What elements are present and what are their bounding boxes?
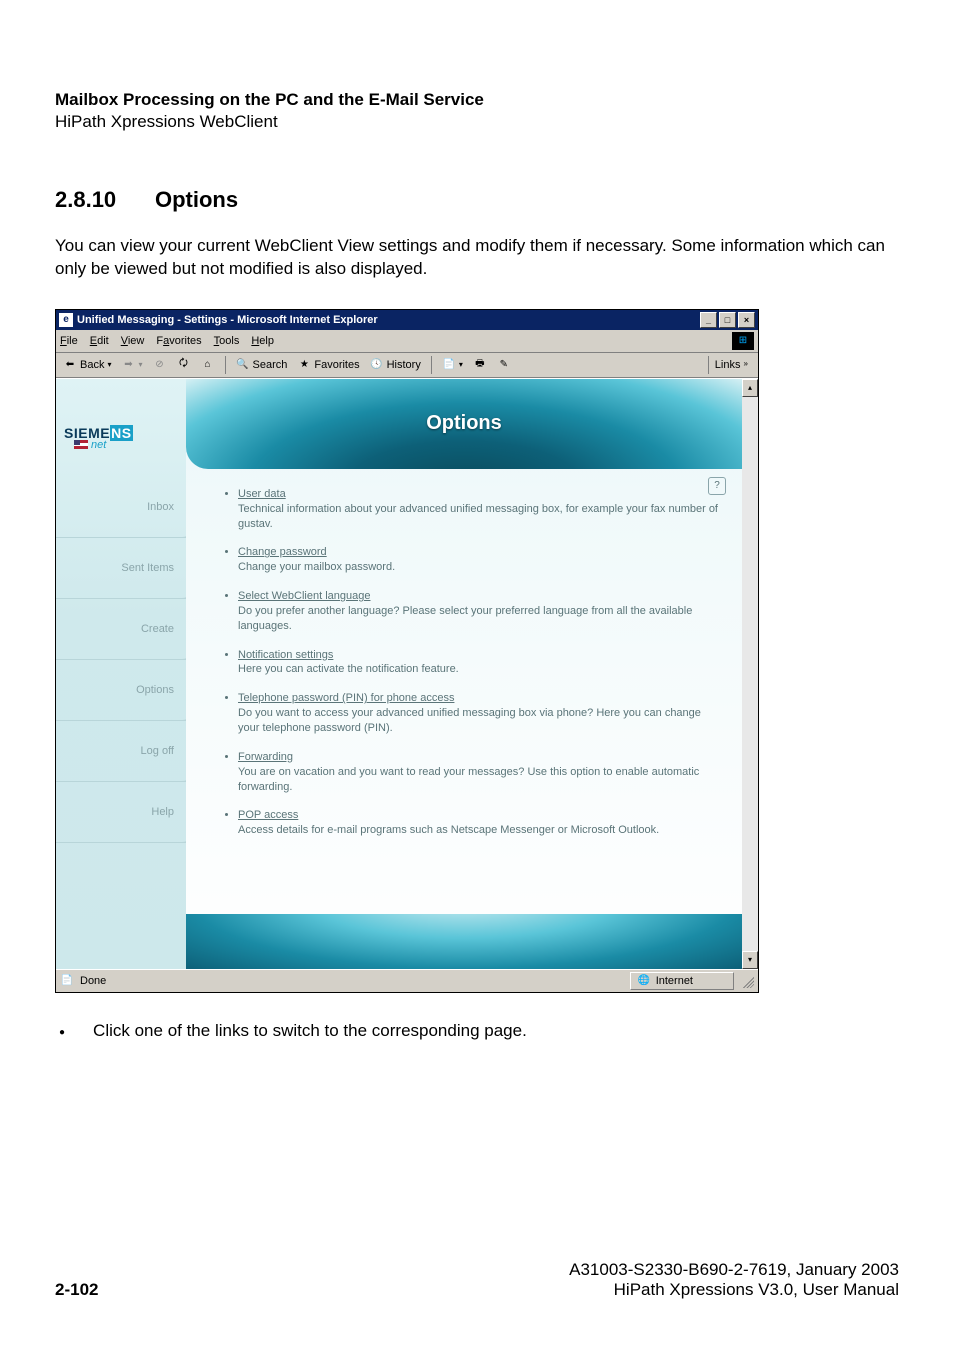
list-item-desc: Do you want to access your advanced unif… bbox=[238, 707, 701, 734]
status-bar: 📄 Done 🌐Internet bbox=[56, 969, 758, 992]
done-icon: 📄 bbox=[60, 974, 74, 988]
toolbar: ⬅Back ▾ ➡ ▾ ⊘ 🗘 ⌂ 🔍Search ★Favorites 🕓Hi… bbox=[56, 353, 758, 378]
edit-button[interactable]: ✎ bbox=[494, 357, 514, 373]
refresh-button[interactable]: 🗘 bbox=[174, 357, 194, 373]
security-zone: 🌐Internet bbox=[630, 972, 734, 990]
options-list: User data Technical information about you… bbox=[222, 487, 722, 838]
status-text: Done bbox=[80, 975, 106, 987]
list-item: User data Technical information about you… bbox=[238, 487, 722, 532]
page-footer: 2-102 A31003-S2330-B690-2-7619, January … bbox=[55, 1260, 899, 1300]
page-number: 2-102 bbox=[55, 1280, 98, 1300]
link-pop-access[interactable]: POP access bbox=[238, 809, 298, 821]
back-arrow-icon: ⬅ bbox=[63, 358, 77, 372]
forward-button[interactable]: ➡ ▾ bbox=[118, 357, 145, 373]
favorites-button[interactable]: ★Favorites bbox=[294, 357, 362, 373]
menu-bar: File Edit View Favorites Tools Help ⊞ bbox=[56, 330, 758, 353]
sidebar-item-options[interactable]: Options bbox=[56, 660, 186, 721]
ie-icon: e bbox=[59, 313, 73, 327]
search-button[interactable]: 🔍Search bbox=[233, 357, 291, 373]
list-item: Forwarding You are on vacation and you wa… bbox=[238, 750, 722, 795]
minimize-button[interactable]: _ bbox=[700, 312, 717, 328]
menu-favorites[interactable]: Favorites bbox=[156, 335, 201, 347]
list-item: Change password Change your mailbox passw… bbox=[238, 545, 722, 575]
sidebar-item-help[interactable]: Help bbox=[56, 782, 186, 843]
manual-title: HiPath Xpressions V3.0, User Manual bbox=[569, 1280, 899, 1300]
screenshot-window: e Unified Messaging - Settings - Microso… bbox=[55, 309, 759, 993]
refresh-icon: 🗘 bbox=[177, 358, 191, 372]
forward-arrow-icon: ➡ bbox=[121, 358, 135, 372]
list-item-desc: Access details for e-mail programs such … bbox=[238, 824, 659, 836]
menu-file[interactable]: File bbox=[60, 335, 78, 347]
vertical-scrollbar[interactable]: ▴ ▾ bbox=[742, 379, 758, 969]
link-user-data[interactable]: User data bbox=[238, 488, 286, 500]
list-item-desc: Change your mailbox password. bbox=[238, 561, 395, 573]
link-change-password[interactable]: Change password bbox=[238, 546, 327, 558]
footer-gradient bbox=[186, 914, 742, 969]
scroll-down-icon[interactable]: ▾ bbox=[742, 951, 758, 969]
home-icon: ⌂ bbox=[201, 358, 215, 372]
sidebar: SIEMENS net Inbox Sent Items Create Opti… bbox=[56, 379, 186, 969]
windows-logo-icon: ⊞ bbox=[732, 332, 754, 350]
menu-help[interactable]: Help bbox=[251, 335, 274, 347]
page-header-subtitle: HiPath Xpressions WebClient bbox=[55, 112, 899, 132]
flag-icon bbox=[74, 440, 88, 449]
search-icon: 🔍 bbox=[236, 358, 250, 372]
mail-button[interactable]: 📄▾ bbox=[439, 357, 466, 373]
links-bar[interactable]: Links » bbox=[708, 356, 754, 374]
list-item-desc: Here you can activate the notification f… bbox=[238, 663, 459, 675]
link-telephone-password[interactable]: Telephone password (PIN) for phone acces… bbox=[238, 692, 454, 704]
list-item-desc: You are on vacation and you want to read… bbox=[238, 766, 699, 793]
list-item: Select WebClient language Do you prefer a… bbox=[238, 589, 722, 634]
history-icon: 🕓 bbox=[370, 358, 384, 372]
list-item-desc: Do you prefer another language? Please s… bbox=[238, 605, 692, 632]
main-content: Options ? User data Technical information… bbox=[186, 379, 742, 969]
edit-icon: ✎ bbox=[497, 358, 511, 372]
sidebar-item-inbox[interactable]: Inbox bbox=[56, 491, 186, 538]
help-icon[interactable]: ? bbox=[708, 477, 726, 495]
sidebar-item-sent[interactable]: Sent Items bbox=[56, 538, 186, 599]
resize-grip-icon[interactable] bbox=[740, 974, 754, 988]
home-button[interactable]: ⌂ bbox=[198, 357, 218, 373]
window-titlebar: e Unified Messaging - Settings - Microso… bbox=[56, 310, 758, 330]
history-button[interactable]: 🕓History bbox=[367, 357, 424, 373]
list-item: Notification settings Here you can activa… bbox=[238, 648, 722, 678]
instruction-bullet: ● Click one of the links to switch to th… bbox=[55, 1021, 899, 1045]
print-icon: 🖶 bbox=[473, 358, 487, 372]
mail-icon: 📄 bbox=[442, 358, 456, 372]
page-banner: Options bbox=[186, 379, 742, 469]
doc-id: A31003-S2330-B690-2-7619, January 2003 bbox=[569, 1260, 899, 1280]
menu-edit[interactable]: Edit bbox=[90, 335, 109, 347]
browser-viewport: SIEMENS net Inbox Sent Items Create Opti… bbox=[56, 378, 758, 969]
section-heading: 2.8.10Options bbox=[55, 187, 899, 213]
link-notification-settings[interactable]: Notification settings bbox=[238, 649, 333, 661]
section-title: Options bbox=[155, 187, 238, 212]
siemens-logo: SIEMENS net bbox=[56, 425, 186, 451]
list-item: Telephone password (PIN) for phone acces… bbox=[238, 691, 722, 736]
sidebar-item-create[interactable]: Create bbox=[56, 599, 186, 660]
close-button[interactable]: × bbox=[738, 312, 755, 328]
link-select-language[interactable]: Select WebClient language bbox=[238, 590, 371, 602]
stop-button[interactable]: ⊘ bbox=[150, 357, 170, 373]
link-forwarding[interactable]: Forwarding bbox=[238, 751, 293, 763]
favorites-icon: ★ bbox=[297, 358, 311, 372]
sidebar-item-logoff[interactable]: Log off bbox=[56, 721, 186, 782]
print-button[interactable]: 🖶 bbox=[470, 357, 490, 373]
stop-icon: ⊘ bbox=[153, 358, 167, 372]
page-header-title: Mailbox Processing on the PC and the E-M… bbox=[55, 90, 899, 110]
options-content: ? User data Technical information about y… bbox=[186, 469, 742, 838]
list-item-desc: Technical information about your advance… bbox=[238, 503, 718, 530]
menu-tools[interactable]: Tools bbox=[214, 335, 240, 347]
list-item: POP access Access details for e-mail prog… bbox=[238, 808, 722, 838]
scroll-up-icon[interactable]: ▴ bbox=[742, 379, 758, 397]
globe-icon: 🌐 bbox=[637, 974, 651, 988]
maximize-button[interactable]: □ bbox=[719, 312, 736, 328]
menu-view[interactable]: View bbox=[121, 335, 145, 347]
section-number: 2.8.10 bbox=[55, 187, 155, 213]
intro-paragraph: You can view your current WebClient View… bbox=[55, 235, 899, 281]
window-title: Unified Messaging - Settings - Microsoft… bbox=[77, 314, 378, 326]
back-button[interactable]: ⬅Back ▾ bbox=[60, 357, 114, 373]
